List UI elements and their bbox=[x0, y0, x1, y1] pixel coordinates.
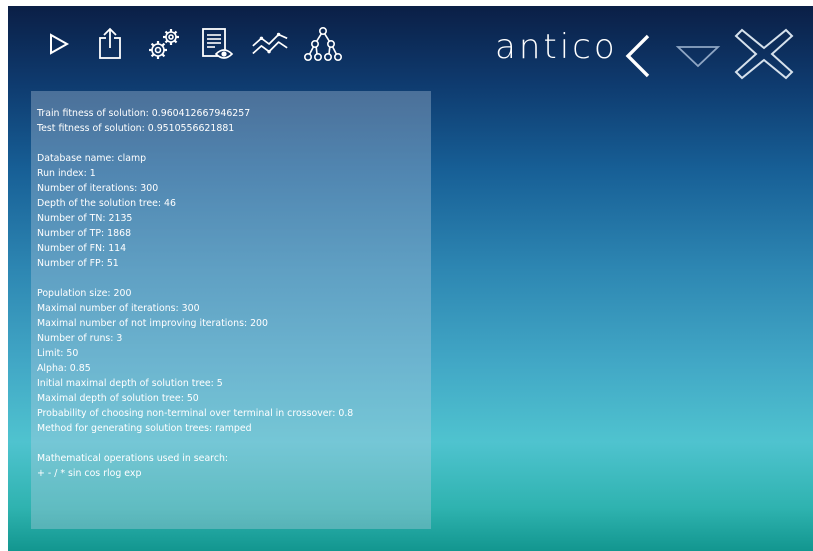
settings-button[interactable] bbox=[144, 24, 184, 64]
run-index-text: Run index: 1 bbox=[37, 168, 96, 179]
number-of-runs-text: Number of runs: 3 bbox=[37, 333, 123, 344]
line-chart-icon bbox=[252, 32, 288, 55]
back-button[interactable] bbox=[620, 28, 656, 84]
app-window: antico Train fitness of solution: 0.9604… bbox=[8, 6, 813, 551]
gears-icon bbox=[149, 29, 179, 59]
max-not-improving-text: Maximal number of not improving iteratio… bbox=[37, 318, 268, 329]
brand-logo: antico bbox=[495, 27, 618, 67]
crossover-probability-text: Probability of choosing non-terminal ove… bbox=[37, 408, 354, 419]
document-eye-icon bbox=[202, 28, 234, 59]
tree-generation-method-text: Method for generating solution trees: ra… bbox=[37, 423, 252, 434]
tp-count-text: Number of TP: 1868 bbox=[37, 228, 132, 239]
run-button[interactable] bbox=[38, 24, 78, 64]
operations-list: + - / * sin cos rlog exp bbox=[37, 468, 142, 479]
triangle-down-icon bbox=[675, 46, 721, 68]
fitness-chart-button[interactable] bbox=[250, 24, 290, 64]
minimize-button[interactable] bbox=[672, 28, 724, 84]
train-fitness-text: Train fitness of solution: 0.96041266794… bbox=[37, 108, 251, 119]
solution-tree-button[interactable] bbox=[303, 24, 343, 64]
initial-max-depth-text: Initial maximal depth of solution tree: … bbox=[37, 378, 223, 389]
view-report-button[interactable] bbox=[197, 24, 237, 64]
results-panel: Train fitness of solution: 0.96041266794… bbox=[31, 91, 431, 529]
play-icon bbox=[50, 33, 70, 55]
population-size-text: Population size: 200 bbox=[37, 288, 132, 299]
export-button[interactable] bbox=[91, 24, 131, 64]
max-depth-text: Maximal depth of solution tree: 50 bbox=[37, 393, 199, 404]
max-iterations-text: Maximal number of iterations: 300 bbox=[37, 303, 200, 314]
limit-text: Limit: 50 bbox=[37, 348, 79, 359]
test-fitness-text: Test fitness of solution: 0.951055662188… bbox=[37, 123, 235, 134]
database-name-text: Database name: clamp bbox=[37, 153, 147, 164]
fn-count-text: Number of FN: 114 bbox=[37, 243, 127, 254]
tree-icon bbox=[303, 26, 342, 61]
share-export-icon bbox=[99, 27, 121, 59]
close-x-icon bbox=[734, 28, 794, 80]
operations-label: Mathematical operations used in search: bbox=[37, 453, 229, 464]
iterations-text: Number of iterations: 300 bbox=[37, 183, 159, 194]
toolbar bbox=[38, 22, 356, 66]
tn-count-text: Number of TN: 2135 bbox=[37, 213, 133, 224]
alpha-text: Alpha: 0.85 bbox=[37, 363, 91, 374]
tree-depth-text: Depth of the solution tree: 46 bbox=[37, 198, 176, 209]
chevron-left-icon bbox=[625, 34, 650, 78]
close-button[interactable] bbox=[730, 24, 798, 84]
fp-count-text: Number of FP: 51 bbox=[37, 258, 119, 269]
